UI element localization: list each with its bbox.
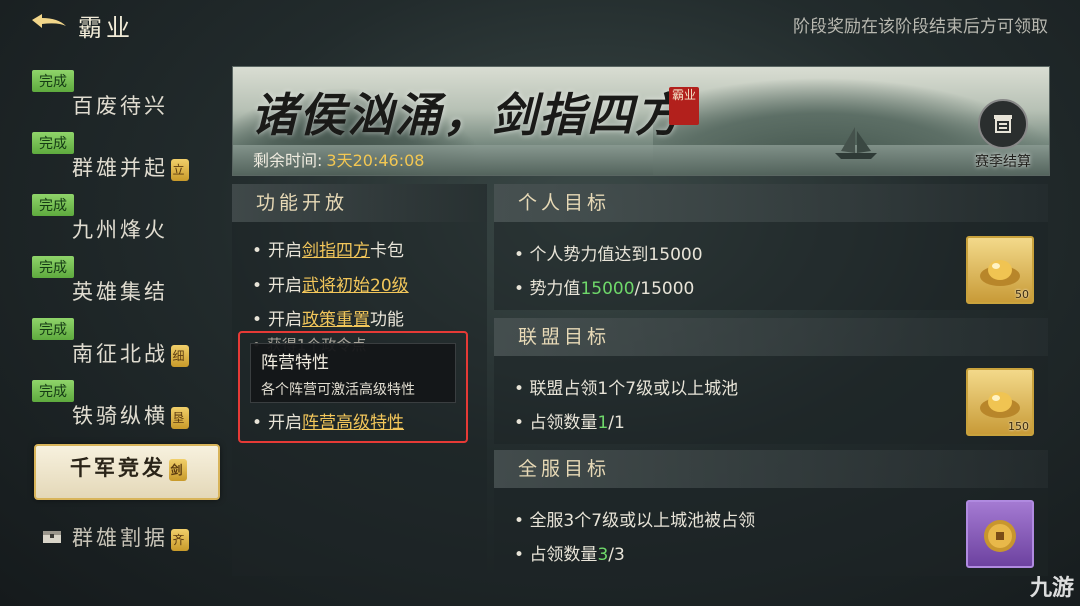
stage-seal-icon: 齐 [171, 528, 189, 551]
goal-panel-title: 个人目标 [494, 184, 1048, 222]
settlement-icon-frame [978, 99, 1028, 149]
sidebar-item-label: 群雄割据齐 [72, 522, 189, 552]
goal-panel-title: 联盟目标 [494, 318, 1048, 356]
stage-seal-icon: 垦 [171, 406, 189, 429]
banner-title: 诸侯汹涌，剑指四方 [251, 88, 683, 142]
stage-sidebar: 完成 百废待兴 完成 群雄并起立 完成 九州烽火 完成 英雄集结 完成 南征北战… [32, 62, 220, 580]
goal-progress-total: /3 [608, 545, 625, 565]
feature-prefix: 开启 [268, 241, 303, 261]
season-banner: 诸侯汹涌，剑指四方 霸业 剩余时间: 3天20:46:08 赛季结算 [232, 66, 1050, 176]
settlement-label: 赛季结算 [975, 154, 1031, 170]
goal-progress-total: /1 [608, 413, 625, 433]
sidebar-item-label: 南征北战细 [72, 338, 189, 368]
sidebar-item-text: 南征北战 [72, 342, 168, 366]
goal-progress-current: 3 [597, 545, 609, 565]
feature-link[interactable]: 武将初始20级 [302, 276, 409, 296]
sidebar-item-stage-2[interactable]: 完成 群雄并起立 [32, 132, 218, 190]
countdown: 剩余时间: 3天20:46:08 [253, 147, 424, 171]
coin-icon [984, 520, 1016, 552]
gold-ingot-icon [980, 260, 1020, 286]
stage-seal-icon: 剑 [169, 458, 187, 481]
countdown-label: 剩余时间: [253, 151, 323, 170]
goal-progress-current: 1 [597, 413, 609, 433]
sidebar-item-label: 群雄并起立 [72, 152, 189, 182]
sidebar-item-text: 铁骑纵横 [72, 404, 168, 428]
sidebar-item-stage-8[interactable]: 群雄割据齐 [32, 518, 218, 576]
feature-link[interactable]: 剑指四方 [302, 241, 370, 261]
completed-badge: 完成 [32, 256, 74, 278]
reward-item-coin[interactable] [966, 500, 1034, 568]
stage-seal-icon: 细 [171, 344, 189, 367]
season-settlement-button[interactable]: 赛季结算 [963, 99, 1043, 170]
goal-progress: • 占领数量3/3 [514, 545, 625, 565]
back-button[interactable]: 霸业 [28, 8, 178, 42]
locked-chest-icon [43, 531, 61, 543]
sidebar-item-stage-4[interactable]: 完成 英雄集结 [32, 256, 218, 314]
completed-badge: 完成 [32, 132, 74, 154]
watermark-logo: 九游 [1029, 576, 1074, 601]
reward-quantity: 150 [1008, 420, 1029, 433]
feature-line: • 开启武将初始20级 [252, 271, 409, 296]
countdown-value: 3天20:46:08 [326, 151, 425, 170]
sidebar-item-label: 千军竞发剑 [70, 452, 187, 482]
alliance-goal-panel: 联盟目标 • 联盟占领1个7级或以上城池 • 占领数量1/1 150 [494, 318, 1048, 444]
feature-panel-title: 功能开放 [232, 184, 487, 222]
goal-progress-total: /15000 [634, 279, 695, 299]
goal-progress-current: 15000 [580, 279, 635, 299]
goal-panel-title: 全服目标 [494, 450, 1048, 488]
sidebar-item-stage-6[interactable]: 完成 铁骑纵横垦 [32, 380, 218, 438]
back-arrow-icon [32, 14, 66, 28]
sidebar-item-stage-3[interactable]: 完成 九州烽火 [32, 194, 218, 252]
sidebar-item-label: 英雄集结 [72, 280, 168, 304]
goal-requirement: • 全服3个7级或以上城池被占领 [514, 511, 756, 531]
goal-progress-label: 占领数量 [529, 545, 598, 565]
sidebar-item-stage-7-active[interactable]: 千军竞发剑 [32, 444, 220, 512]
bullet-icon: • [252, 310, 263, 330]
completed-badge: 完成 [32, 380, 74, 402]
banner-seal-stamp: 霸业 [669, 87, 699, 125]
completed-badge: 完成 [32, 318, 74, 340]
sidebar-item-label: 九州烽火 [72, 218, 168, 242]
page-title: 霸业 [78, 13, 134, 42]
bullet-icon: • [252, 276, 263, 296]
scroll-icon [994, 115, 1012, 133]
server-goal-panel: 全服目标 • 全服3个7级或以上城池被占领 • 占领数量3/3 [494, 450, 1048, 576]
goal-progress-label: 势力值 [529, 279, 581, 299]
sidebar-item-stage-5[interactable]: 完成 南征北战细 [32, 318, 218, 376]
feature-prefix: 开启 [268, 276, 303, 296]
stage-reward-notice: 阶段奖励在该阶段结束后方可领取 [793, 17, 1048, 37]
goal-requirement-text: 全服3个7级或以上城池被占领 [529, 511, 756, 531]
feature-suffix: 功能 [370, 310, 405, 330]
goal-progress-label: 占领数量 [529, 413, 598, 433]
sidebar-item-text: 群雄割据 [72, 526, 168, 550]
feature-prefix: 开启 [268, 310, 303, 330]
sidebar-item-label: 百废待兴 [72, 94, 168, 118]
goal-requirement: • 个人势力值达到15000 [514, 245, 703, 265]
completed-badge: 完成 [32, 70, 74, 92]
bullet-icon: • [252, 241, 263, 261]
boat-icon [835, 127, 877, 159]
sidebar-item-text: 千军竞发 [70, 455, 166, 480]
red-highlight-box [238, 331, 468, 443]
personal-goal-panel: 个人目标 • 个人势力值达到15000 • 势力值15000/15000 50 [494, 184, 1048, 310]
sidebar-item-stage-1[interactable]: 完成 百废待兴 [32, 70, 218, 128]
goal-progress: • 势力值15000/15000 [514, 279, 695, 299]
goal-requirement-text: 联盟占领1个7级或以上城池 [529, 379, 739, 399]
goal-requirement: • 联盟占领1个7级或以上城池 [514, 379, 739, 399]
reward-quantity: 50 [1015, 288, 1029, 301]
reward-item-gold-ingot[interactable]: 150 [966, 368, 1034, 436]
feature-link[interactable]: 政策重置 [302, 310, 370, 330]
sidebar-item-label: 铁骑纵横垦 [72, 400, 189, 430]
reward-item-gold-ingot[interactable]: 50 [966, 236, 1034, 304]
feature-suffix: 卡包 [370, 241, 405, 261]
feature-line: • 开启剑指四方卡包 [252, 236, 404, 261]
completed-badge: 完成 [32, 194, 74, 216]
gold-ingot-icon [980, 392, 1020, 418]
stage-seal-icon: 立 [171, 158, 189, 181]
sidebar-item-text: 群雄并起 [72, 156, 168, 180]
goal-progress: • 占领数量1/1 [514, 413, 625, 433]
feature-line: • 开启政策重置功能 [252, 305, 404, 330]
goal-requirement-text: 个人势力值达到15000 [529, 245, 703, 265]
